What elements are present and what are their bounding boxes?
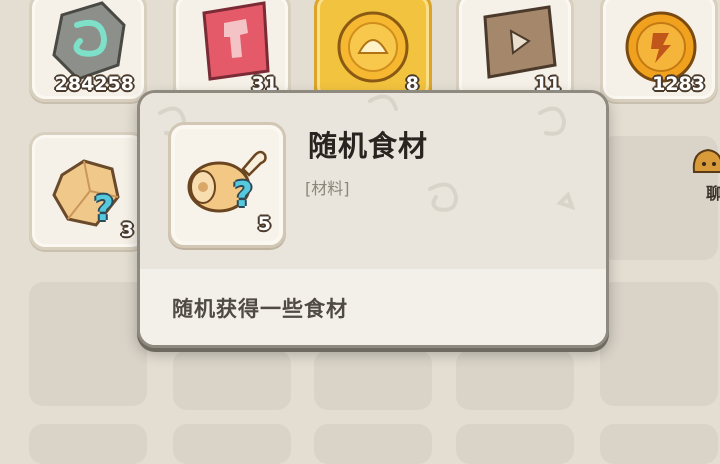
tooltip-category: [材料]: [305, 179, 350, 198]
inventory-slot-empty[interactable]: [173, 350, 291, 410]
inventory-slot-empty[interactable]: [456, 350, 574, 410]
tooltip-item-count: 5: [257, 213, 271, 235]
tooltip-item-frame: ? 5: [168, 122, 286, 248]
item-tooltip: ? 5 随机食材 [材料] 随机获得一些食材: [137, 90, 609, 348]
inventory-slot-stone[interactable]: 284258: [29, 0, 147, 102]
inventory-slot-gold-coin[interactable]: 1283: [600, 0, 718, 102]
item-count: 1283: [652, 73, 705, 95]
inventory-slot-empty[interactable]: [600, 282, 718, 406]
tooltip-description: 随机获得一些食材: [172, 297, 348, 321]
inventory-slot-empty[interactable]: [29, 424, 147, 464]
inventory-slot-empty[interactable]: [29, 282, 147, 406]
question-mark-icon: ?: [233, 175, 253, 215]
inventory-slot-play-ticket[interactable]: 11: [456, 0, 574, 102]
inventory-slot-red-ticket[interactable]: 31: [173, 0, 291, 102]
inventory-slot-empty[interactable]: [173, 424, 291, 464]
inventory-slot-empty[interactable]: [314, 350, 432, 410]
inventory-slot-mystery-gem[interactable]: ? 3: [29, 132, 147, 250]
inventory-slot-empty[interactable]: [314, 424, 432, 464]
side-label: 聊: [706, 184, 720, 203]
item-count: 284258: [54, 73, 134, 95]
inventory-slot-empty[interactable]: [456, 424, 574, 464]
tooltip-title: 随机食材: [308, 129, 429, 163]
inventory-slot-shell-coin[interactable]: 8: [314, 0, 432, 102]
side-chat-button[interactable]: 聊: [688, 142, 720, 203]
inventory-slot-empty[interactable]: [600, 424, 718, 464]
question-mark-icon: ?: [94, 189, 114, 229]
character-head-icon: [692, 148, 720, 173]
item-count: 3: [120, 219, 134, 241]
tooltip-header: ? 5 随机食材 [材料]: [140, 93, 606, 269]
